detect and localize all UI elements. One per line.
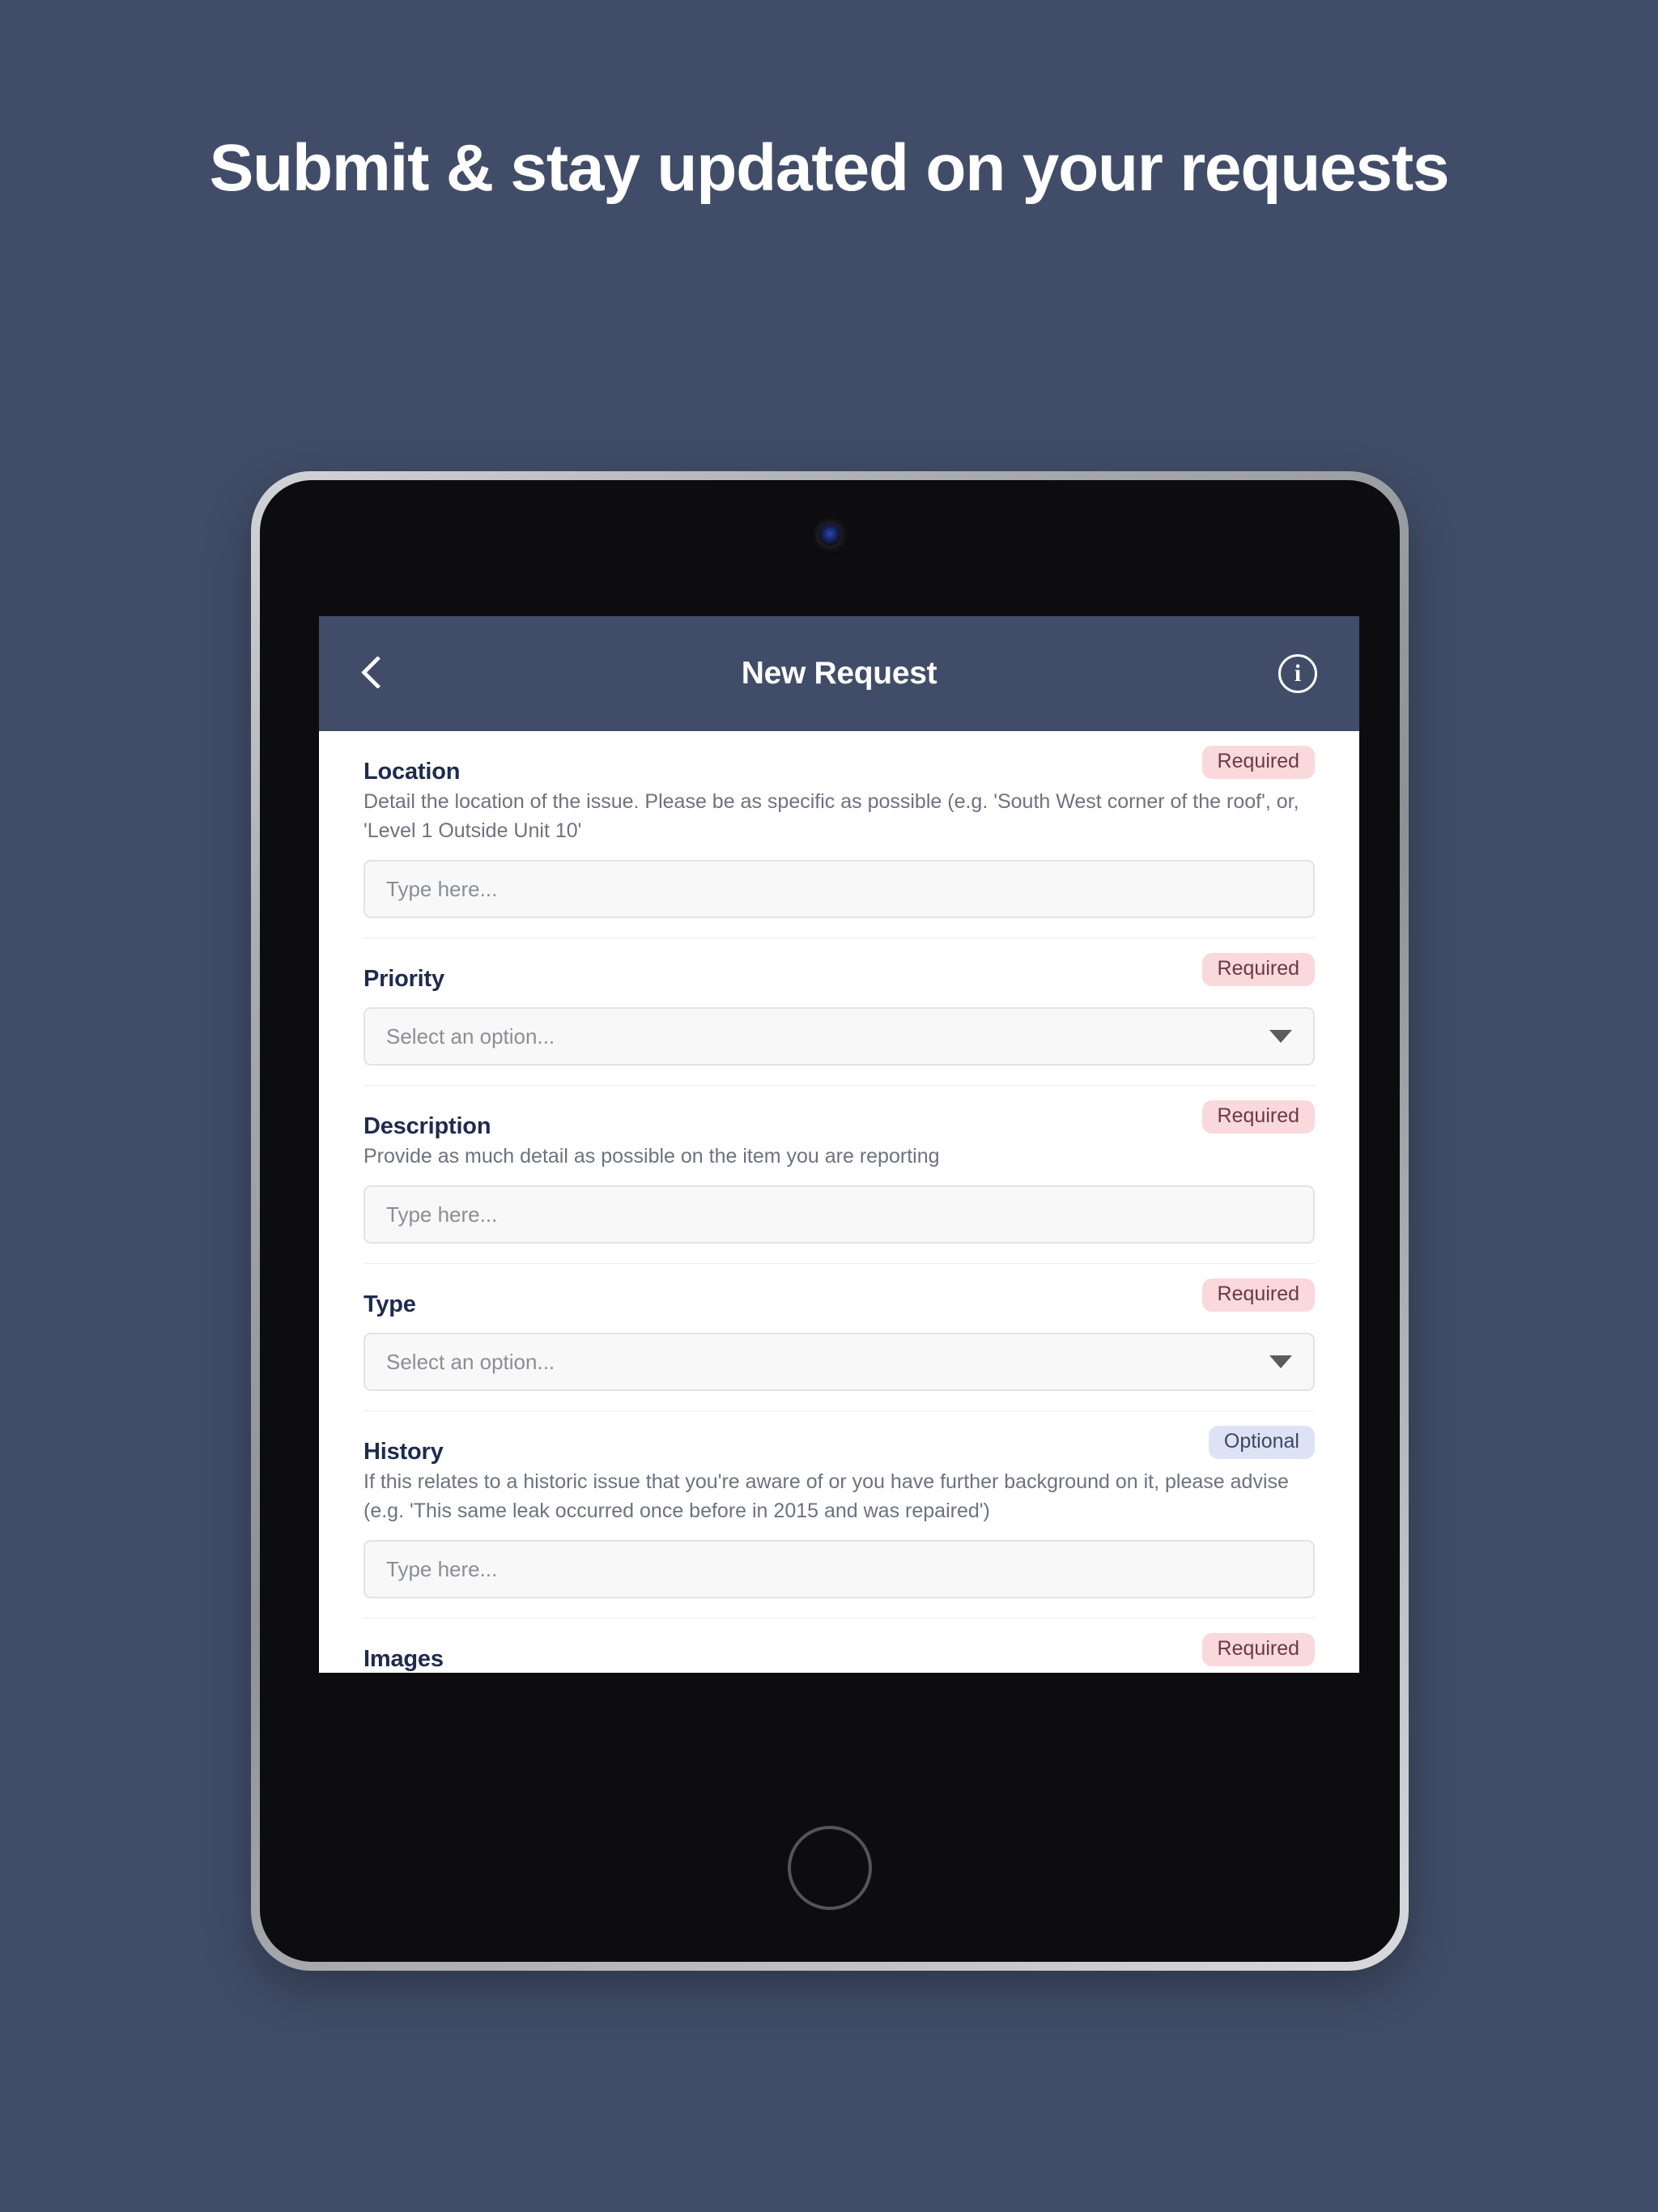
status-badge: Required [1201, 746, 1315, 779]
form-field-priority: Priority Required Select an option... [363, 938, 1315, 1086]
status-badge: Required [1201, 953, 1315, 986]
form-field-location: Location Required Detail the location of… [363, 731, 1315, 938]
select-value: Select an option... [386, 1023, 555, 1049]
field-header: Location Required [363, 746, 1315, 785]
marketing-headline: Submit & stay updated on your requests [209, 131, 1450, 205]
form-field-type: Type Required Select an option... [363, 1264, 1315, 1411]
field-label: Location [363, 759, 461, 785]
chevron-down-icon [1269, 1355, 1292, 1368]
history-input[interactable]: Type here... [363, 1540, 1315, 1598]
select-value: Select an option... [386, 1349, 555, 1374]
field-label: History [363, 1439, 444, 1465]
field-label: Type [363, 1291, 416, 1317]
field-header: Priority Required [363, 953, 1315, 993]
tablet-device-frame: New Request i Location Required Detail t… [251, 471, 1409, 1971]
chevron-down-icon [1269, 1030, 1292, 1043]
status-badge: Required [1201, 1100, 1315, 1134]
info-circle-icon[interactable]: i [1278, 654, 1317, 693]
tablet-bezel: New Request i Location Required Detail t… [260, 480, 1400, 1962]
status-badge: Optional [1208, 1426, 1315, 1459]
chevron-left-icon[interactable] [361, 655, 382, 692]
front-camera-icon [818, 524, 841, 546]
field-label: Images [363, 1646, 444, 1672]
field-help-text: Detail the location of the issue. Please… [363, 790, 1299, 842]
request-form: Location Required Detail the location of… [319, 731, 1359, 1673]
form-field-images: Images Required Please upload one or mor… [363, 1619, 1315, 1673]
form-field-history: History Optional If this relates to a hi… [363, 1411, 1315, 1619]
field-help-text: If this relates to a historic issue that… [363, 1470, 1289, 1522]
app-header: New Request i [319, 616, 1359, 731]
status-badge: Required [1201, 1633, 1315, 1666]
field-header: Description Required [363, 1100, 1315, 1140]
app-screen: New Request i Location Required Detail t… [319, 616, 1359, 1673]
type-select[interactable]: Select an option... [363, 1333, 1315, 1391]
location-input[interactable]: Type here... [363, 860, 1315, 918]
field-label: Description [363, 1113, 491, 1139]
description-input[interactable]: Type here... [363, 1185, 1315, 1244]
home-button[interactable] [788, 1826, 872, 1910]
priority-select[interactable]: Select an option... [363, 1007, 1315, 1066]
field-help-text: Provide as much detail as possible on th… [363, 1145, 940, 1168]
page-title: New Request [741, 656, 937, 691]
field-label: Priority [363, 966, 444, 992]
field-header: History Optional [363, 1426, 1315, 1465]
field-header: Images Required [363, 1633, 1315, 1673]
field-header: Type Required [363, 1278, 1315, 1318]
status-badge: Required [1201, 1278, 1315, 1312]
form-field-description: Description Required Provide as much det… [363, 1086, 1315, 1264]
